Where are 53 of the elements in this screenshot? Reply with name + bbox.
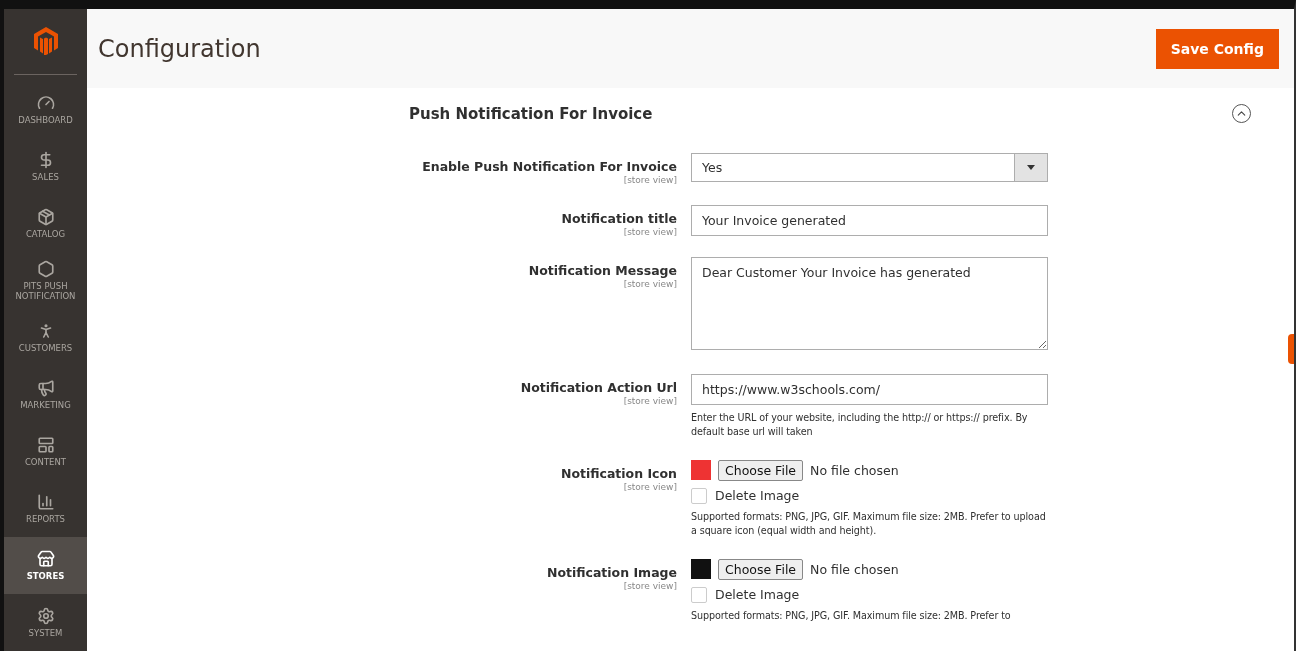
scope-label: [store view] xyxy=(622,175,677,185)
gauge-icon xyxy=(36,93,55,112)
choose-file-button[interactable]: Choose File xyxy=(718,459,804,481)
bar-chart-icon xyxy=(36,492,55,511)
checkbox-label: Delete Image xyxy=(715,488,800,504)
scope-label: [store view] xyxy=(622,481,677,492)
checkbox-label: Delete Image xyxy=(715,587,800,603)
gear-icon xyxy=(36,606,55,625)
file-status: No file chosen xyxy=(810,561,899,577)
scope-label: [store view] xyxy=(622,580,677,591)
sidebar-item[interactable]: CONTENT xyxy=(4,422,87,480)
scope-label: [store view] xyxy=(622,396,677,406)
field-label: Notification Image xyxy=(545,564,677,580)
sidebar-item[interactable]: PITS PUSH NOTIFICATION xyxy=(4,251,87,309)
sidebar-item[interactable]: CUSTOMERS xyxy=(4,308,87,366)
text-field[interactable]: https://www.w3schools.com/ xyxy=(691,374,1048,405)
text-field[interactable]: Your Invoice generated xyxy=(691,205,1048,236)
field-label: Enable Push Notification For Invoice xyxy=(421,159,677,174)
text-area[interactable]: Dear Customer Your Invoice has generated xyxy=(691,257,1048,350)
section-title: Push Notification For Invoice xyxy=(409,104,653,123)
logo-icon xyxy=(33,27,58,56)
hexagon-icon xyxy=(36,259,55,278)
sidebar-item[interactable]: CATALOG xyxy=(4,194,87,252)
field-note: Supported formats: PNG, JPG, GIF. Maximum file size: 2MB. Prefer to xyxy=(691,608,1012,623)
page-title: Configuration xyxy=(98,34,261,63)
image-thumbnail xyxy=(691,559,711,580)
side-tab[interactable] xyxy=(1288,334,1294,364)
scope-label: [store view] xyxy=(622,279,677,289)
sidebar-item[interactable]: REPORTS xyxy=(4,480,87,537)
store-icon xyxy=(36,549,55,568)
scope-label: [store view] xyxy=(622,227,677,237)
choose-file-button[interactable]: Choose File xyxy=(718,558,804,580)
box-icon xyxy=(36,207,55,226)
checkbox[interactable] xyxy=(691,487,707,504)
sidebar-item[interactable]: STORES xyxy=(4,537,87,594)
field-note: Supported formats: PNG, JPG, GIF. Maximum file size: 2MB. Prefer to upload a square icon (equal width and height). xyxy=(691,509,1047,539)
sidebar-item[interactable]: DASHBOARD xyxy=(4,80,87,138)
sidebar-item[interactable]: SALES xyxy=(4,137,87,195)
field-label: Notification Message xyxy=(527,263,677,278)
field-label: Notification Icon xyxy=(559,465,677,481)
sidebar-item[interactable]: SYSTEM xyxy=(4,594,87,651)
save-config-button[interactable]: Save Config xyxy=(1155,28,1279,69)
field-label: Notification title xyxy=(560,211,677,226)
file-status: No file chosen xyxy=(810,462,899,478)
select-field[interactable]: Yes xyxy=(691,153,1048,182)
sidebar-item[interactable]: MARKETING xyxy=(4,365,87,423)
layout-icon xyxy=(36,435,55,454)
caret-icon xyxy=(1027,165,1035,170)
checkbox[interactable] xyxy=(691,586,707,603)
image-thumbnail xyxy=(691,460,711,481)
megaphone-icon xyxy=(36,378,55,397)
field-note: Enter the URL of your website, including the http:// or https:// prefix. By default base url will taken xyxy=(691,411,1029,440)
field-label: Notification Action Url xyxy=(519,380,677,395)
